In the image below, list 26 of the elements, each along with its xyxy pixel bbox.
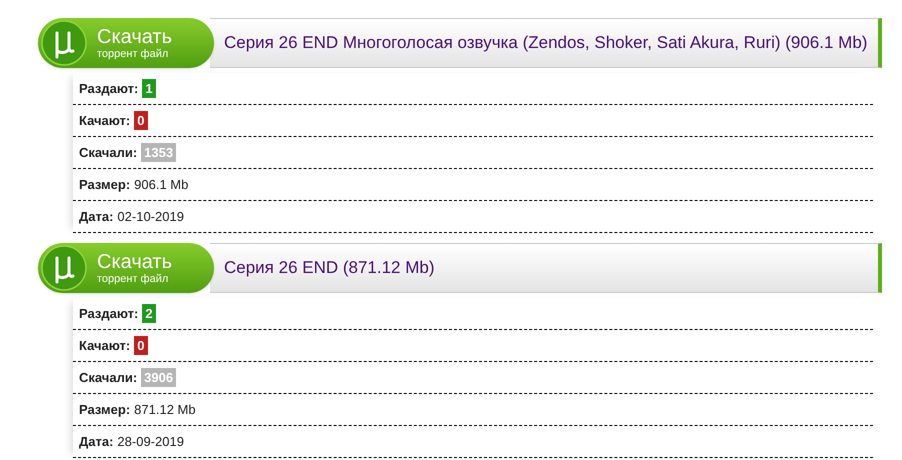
stat-value: 28-09-2019: [117, 432, 184, 451]
utorrent-logo-icon: [41, 20, 87, 66]
stat-label: Качают:: [79, 112, 130, 130]
torrent-title-bar: Серия 26 END (871.12 Mb): [210, 243, 882, 293]
stat-label: Раздают:: [79, 80, 138, 98]
stat-label: Размер:: [79, 176, 130, 194]
count-badge: 3906: [141, 368, 176, 387]
torrent-title-bar: Серия 26 END Многоголосая озвучка (Zendos, Shoker, Sati Akura, Ruri) (906.1 Mb): [210, 18, 882, 68]
stat-label: Скачали:: [79, 144, 138, 162]
stat-label: Раздают:: [79, 304, 138, 323]
stat-value: 871.12 Mb: [134, 400, 196, 419]
stat-value: 906.1 Mb: [134, 176, 188, 194]
download-button[interactable]: Скачать торрент файл: [38, 18, 214, 68]
stat-value: 02-10-2019: [117, 208, 184, 226]
count-badge: 0: [134, 111, 148, 130]
utorrent-logo-icon: [41, 245, 87, 291]
stat-label: Скачали:: [79, 368, 138, 387]
download-button[interactable]: Скачать торрент файл: [38, 243, 214, 293]
stat-label: Дата:: [79, 432, 114, 451]
stat-label: Качают:: [79, 336, 130, 355]
count-badge: 0: [134, 336, 148, 355]
count-badge: 1: [142, 79, 156, 98]
count-badge: 2: [142, 304, 156, 323]
stat-label: Размер:: [79, 400, 130, 419]
stat-label: Дата:: [79, 208, 114, 226]
count-badge: 1353: [141, 143, 176, 162]
